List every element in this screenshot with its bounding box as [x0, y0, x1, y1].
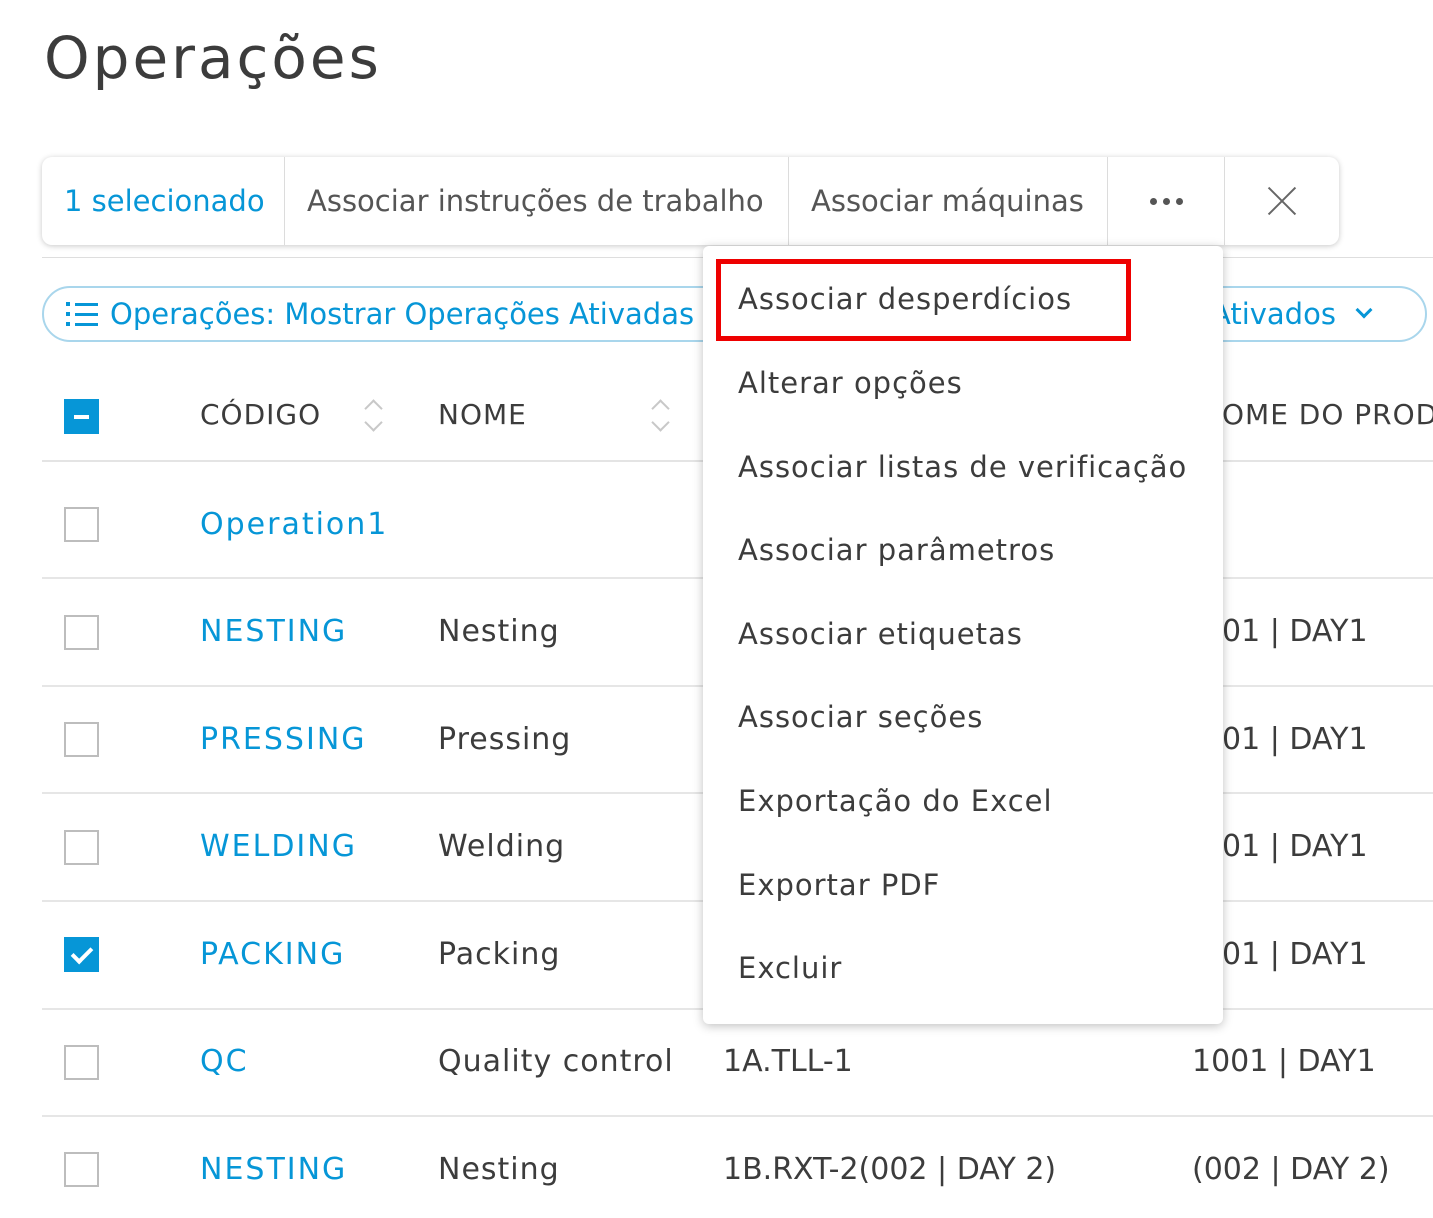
- row-name: Welding: [438, 829, 566, 864]
- row-checkbox[interactable]: [64, 722, 99, 757]
- row-checkbox[interactable]: [64, 615, 99, 650]
- selection-toolbar: 1 selecionado Associar instruções de tra…: [42, 157, 1339, 245]
- menu-item-associar-parametros[interactable]: Associar parâmetros: [738, 533, 1055, 567]
- selected-count: 1 selecionado: [42, 157, 285, 245]
- chevron-down-icon: [1355, 301, 1373, 319]
- menu-item-excluir[interactable]: Excluir: [738, 951, 842, 985]
- assign-instructions-button[interactable]: Associar instruções de trabalho: [285, 157, 789, 245]
- row-code-link[interactable]: PRESSING: [200, 722, 367, 757]
- row-code-link[interactable]: Operation1: [200, 507, 388, 542]
- row-product: 01 | DAY1: [1222, 614, 1368, 649]
- row-name: Nesting: [438, 1152, 560, 1187]
- row-name: Quality control: [438, 1044, 674, 1079]
- row-code-link[interactable]: PACKING: [200, 937, 345, 972]
- row-name: Packing: [438, 937, 561, 972]
- row-code-link[interactable]: QC: [200, 1044, 249, 1079]
- row-checkbox-checked[interactable]: [64, 937, 99, 972]
- operations-filter-label: Operações: Mostrar Operações Ativadas: [110, 297, 695, 331]
- row-product: 1001 | DAY1: [1192, 1044, 1376, 1079]
- sort-icon[interactable]: [363, 398, 383, 434]
- more-actions-menu: Associar desperdícios Alterar opções Ass…: [703, 246, 1223, 1024]
- assign-machines-button[interactable]: Associar máquinas: [789, 157, 1108, 245]
- row-checkbox[interactable]: [64, 1045, 99, 1080]
- row-product: 01 | DAY1: [1222, 937, 1368, 972]
- row-name: Nesting: [438, 614, 560, 649]
- row-name: Pressing: [438, 722, 572, 757]
- row-product: (002 | DAY 2): [1192, 1152, 1390, 1187]
- column-header-code[interactable]: CÓDIGO: [200, 398, 321, 431]
- column-header-product-name[interactable]: OME DO PRODU: [1222, 398, 1433, 431]
- row-checkbox[interactable]: [64, 1152, 99, 1187]
- row-divider: [42, 1115, 1433, 1117]
- sort-icon[interactable]: [650, 398, 670, 434]
- row-code-link[interactable]: WELDING: [200, 829, 357, 864]
- more-icon: [1149, 197, 1183, 205]
- more-actions-button[interactable]: [1108, 157, 1225, 245]
- product-column-clip: OME DO PRODU 01 | DAY1 01 | DAY1 01 | DA…: [1222, 380, 1433, 1030]
- menu-item-associar-etiquetas[interactable]: Associar etiquetas: [738, 617, 1023, 651]
- row-checkbox[interactable]: [64, 830, 99, 865]
- row-product: 01 | DAY1: [1222, 722, 1368, 757]
- row-resource: 1B.RXT-2(002 | DAY 2): [723, 1152, 1057, 1187]
- page-title: Operações: [44, 24, 382, 92]
- menu-item-exportacao-excel[interactable]: Exportação do Excel: [738, 784, 1053, 818]
- row-product: 01 | DAY1: [1222, 829, 1368, 864]
- close-icon: [1267, 186, 1297, 216]
- menu-item-alterar-opcoes[interactable]: Alterar opções: [738, 366, 963, 400]
- row-resource: 1A.TLL-1: [723, 1044, 853, 1079]
- operations-filter-pill[interactable]: Operações: Mostrar Operações Ativadas: [42, 286, 742, 342]
- row-code-link[interactable]: NESTING: [200, 1152, 347, 1187]
- list-icon: [66, 302, 98, 326]
- select-all-checkbox[interactable]: [64, 399, 99, 434]
- menu-item-exportar-pdf[interactable]: Exportar PDF: [738, 868, 940, 902]
- menu-item-associar-listas[interactable]: Associar listas de verificação: [738, 450, 1187, 484]
- menu-item-associar-secoes[interactable]: Associar seções: [738, 700, 983, 734]
- column-header-name[interactable]: NOME: [438, 398, 527, 431]
- row-code-link[interactable]: NESTING: [200, 614, 347, 649]
- row-checkbox[interactable]: [64, 507, 99, 542]
- close-selection-button[interactable]: [1225, 157, 1339, 245]
- highlight-box: [716, 259, 1131, 341]
